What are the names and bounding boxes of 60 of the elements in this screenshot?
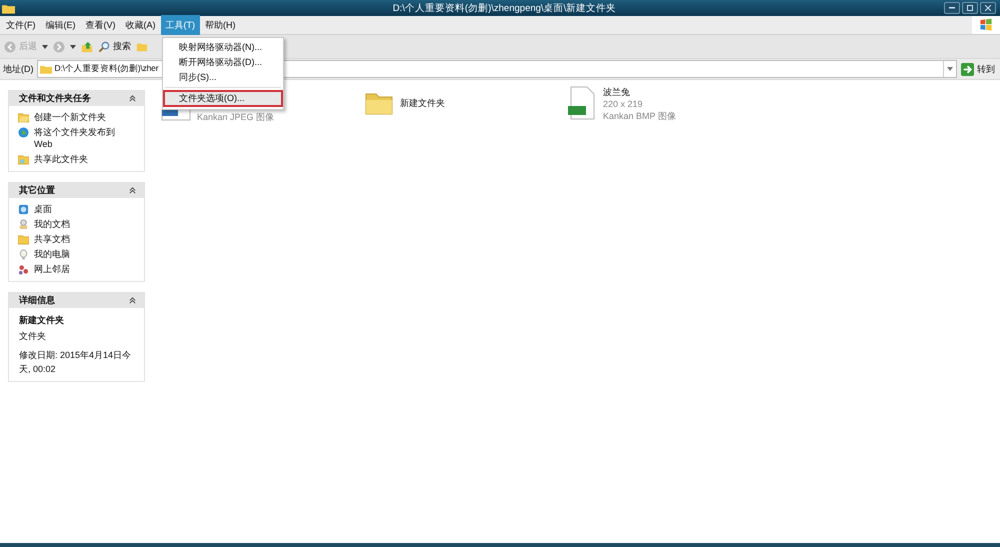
close-button[interactable] — [980, 2, 996, 14]
detail-modified: 修改日期: 2015年4月14日今天, 00:02 — [19, 349, 132, 376]
collapse-icon[interactable] — [129, 297, 136, 304]
collapse-icon[interactable] — [129, 95, 136, 102]
task-link[interactable]: 共享文档 — [34, 233, 129, 245]
maximize-button[interactable] — [962, 2, 978, 14]
file-name[interactable]: 新建文件夹 — [400, 97, 445, 109]
folder-icon — [40, 64, 52, 74]
folder-icon — [18, 234, 29, 245]
menu-item[interactable]: 查看(V) — [80, 14, 120, 36]
person-icon — [18, 219, 29, 230]
menu-item[interactable]: 帮助(H) — [200, 14, 240, 36]
file-detail: Kankan JPEG 图像 — [197, 111, 274, 123]
file-detail: Kankan BMP 图像 — [603, 110, 676, 122]
file-name[interactable]: 波兰兔 — [603, 86, 676, 98]
task-link[interactable]: 我的电脑 — [34, 248, 129, 260]
collapse-icon[interactable] — [129, 187, 136, 194]
arrow-icon — [961, 62, 974, 76]
close-icon — [985, 5, 991, 11]
search-button[interactable]: 搜索 — [98, 40, 131, 53]
task-link[interactable]: 网上邻居 — [34, 263, 129, 275]
menu-option[interactable]: 映射网络驱动器(N)... — [163, 40, 283, 55]
menu-option[interactable]: 文件夹选项(O)... — [163, 90, 283, 107]
up-folder-icon[interactable] — [81, 40, 93, 52]
folder-icon — [2, 2, 15, 14]
caret-icon — [947, 67, 953, 71]
globe-icon — [18, 127, 29, 138]
windows-logo-icon — [979, 18, 993, 32]
panel-title: 详细信息 — [19, 294, 55, 307]
task-link[interactable]: 我的文档 — [34, 218, 129, 230]
dropdown-button[interactable] — [943, 61, 956, 77]
panel-title: 文件和文件夹任务 — [19, 92, 91, 105]
window-title: D:\个人重要资料(勿删)\zhengpeng\桌面\新建文件夹 — [392, 2, 618, 14]
task-link[interactable]: 创建一个新文件夹 — [34, 111, 129, 123]
search-icon — [98, 40, 110, 52]
task-link[interactable]: 桌面 — [34, 203, 129, 215]
folder-icon — [18, 112, 29, 123]
detail-name: 新建文件夹 — [19, 314, 65, 327]
minimize-icon — [949, 7, 955, 9]
minimize-button[interactable] — [944, 2, 960, 14]
task-link[interactable]: 将这个文件夹发布到 Web — [34, 126, 129, 150]
caret-icon[interactable] — [42, 44, 48, 48]
go-button[interactable]: 转到 — [957, 62, 1000, 76]
menu-item[interactable]: 收藏(A) — [120, 14, 160, 36]
menu-item[interactable]: 编辑(E) — [40, 14, 80, 36]
menu-item[interactable]: 文件(F) — [1, 14, 40, 36]
menu-item[interactable]: 工具(T) — [160, 14, 200, 36]
address-label: 地址(D) — [2, 62, 34, 76]
maximize-icon — [967, 5, 973, 11]
bmp-file-icon[interactable] — [567, 86, 597, 120]
folder-icon — [18, 154, 29, 165]
task-link[interactable]: 共享此文件夹 — [34, 153, 129, 165]
image-file-icon[interactable] — [161, 109, 191, 121]
bulb-icon — [18, 249, 29, 260]
caret-icon[interactable] — [70, 44, 76, 48]
panel-title: 其它位置 — [19, 184, 55, 197]
desktop-icon — [18, 204, 29, 215]
detail-type: 文件夹 — [19, 330, 47, 343]
network-icon — [18, 264, 29, 275]
file-detail: 220 x 219 — [603, 98, 644, 110]
